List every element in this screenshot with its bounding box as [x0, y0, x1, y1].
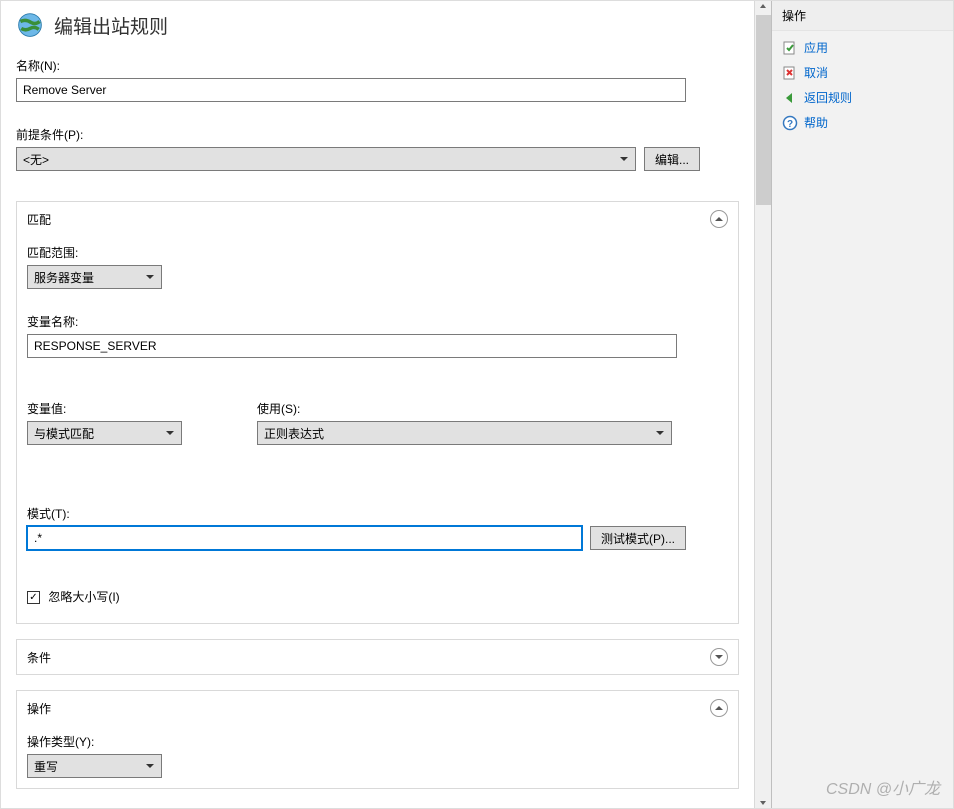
action-section: 操作 操作类型(Y): 重写: [16, 690, 739, 789]
name-input[interactable]: [16, 78, 686, 102]
pattern-input[interactable]: [27, 526, 582, 550]
use-select[interactable]: 正则表达式: [257, 421, 672, 445]
varvalue-label: 变量值:: [27, 400, 187, 417]
edit-precondition-button[interactable]: 编辑...: [644, 147, 700, 171]
actions-panel-header: 操作: [772, 1, 953, 31]
action-section-title: 操作: [27, 700, 51, 717]
ignorecase-checkbox[interactable]: ✓: [27, 591, 40, 604]
conditions-section-title: 条件: [27, 649, 51, 666]
test-pattern-button[interactable]: 测试模式(P)...: [590, 526, 686, 550]
action-back-to-rules[interactable]: 返回规则: [778, 85, 947, 110]
apply-icon: [782, 40, 798, 56]
match-section-title: 匹配: [27, 211, 51, 228]
action-help[interactable]: ? 帮助: [778, 110, 947, 135]
check-icon: ✓: [29, 593, 37, 603]
match-scope-label: 匹配范围:: [27, 244, 728, 261]
chevron-up-icon: [715, 706, 723, 710]
back-icon: [782, 90, 798, 106]
match-section: 匹配 匹配范围: 服务器变量 变量名称: 变量值:: [16, 201, 739, 624]
precondition-label: 前提条件(P):: [16, 126, 739, 143]
varvalue-select[interactable]: 与模式匹配: [27, 421, 182, 445]
action-apply[interactable]: 应用: [778, 35, 947, 60]
conditions-section: 条件: [16, 639, 739, 675]
name-label: 名称(N):: [16, 57, 739, 74]
action-type-select[interactable]: 重写: [27, 754, 162, 778]
varname-label: 变量名称:: [27, 313, 728, 330]
vertical-scrollbar[interactable]: [754, 1, 771, 808]
precondition-select[interactable]: <无>: [16, 147, 636, 171]
svg-text:?: ?: [787, 119, 793, 130]
actions-panel: 操作 应用 取消 返回规则 ? 帮助: [771, 1, 953, 808]
match-scope-select[interactable]: 服务器变量: [27, 265, 162, 289]
ignorecase-label: 忽略大小写(I): [48, 590, 119, 604]
globe-icon: [16, 11, 44, 39]
varname-input[interactable]: [27, 334, 677, 358]
use-label: 使用(S):: [257, 400, 728, 417]
expand-conditions-button[interactable]: [710, 648, 728, 666]
action-type-label: 操作类型(Y):: [27, 733, 728, 750]
chevron-up-icon: [715, 217, 723, 221]
pattern-label: 模式(T):: [27, 505, 728, 522]
chevron-down-icon: [715, 655, 723, 659]
action-cancel[interactable]: 取消: [778, 60, 947, 85]
scrollbar-thumb[interactable]: [756, 15, 771, 205]
cancel-icon: [782, 65, 798, 81]
precondition-value: <无>: [23, 151, 49, 168]
help-icon: ?: [782, 115, 798, 131]
collapse-match-button[interactable]: [710, 210, 728, 228]
collapse-action-button[interactable]: [710, 699, 728, 717]
page-title: 编辑出站规则: [54, 12, 168, 39]
main-content: 编辑出站规则 名称(N): 前提条件(P): <无> 编辑... 匹配: [1, 1, 754, 808]
